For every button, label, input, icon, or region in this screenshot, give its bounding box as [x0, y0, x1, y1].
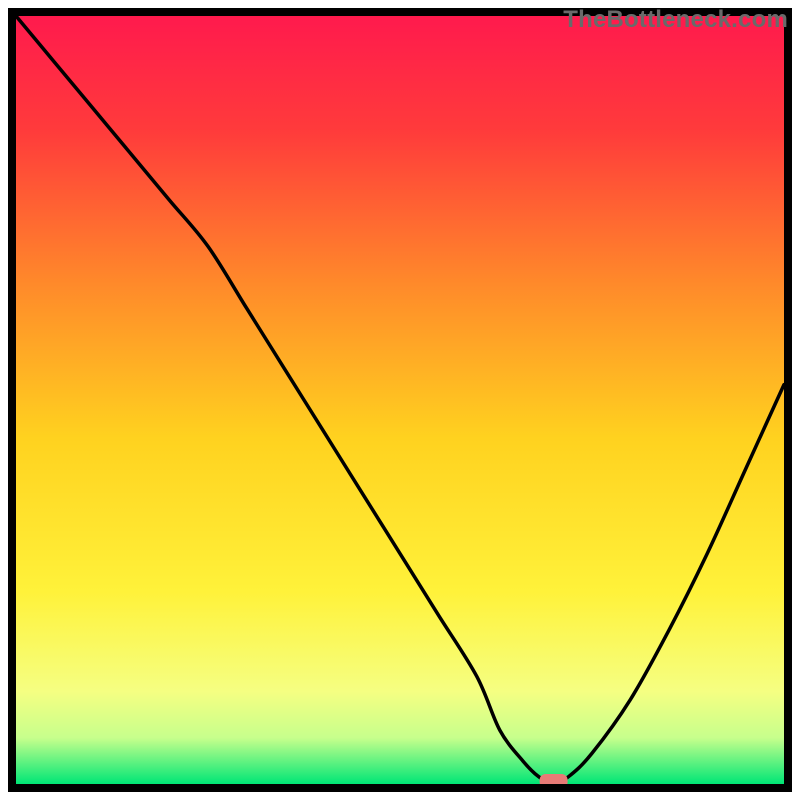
chart-gradient-bg	[16, 16, 784, 784]
watermark-text: TheBottleneck.com	[563, 6, 788, 34]
bottleneck-chart: TheBottleneck.com	[0, 0, 800, 800]
chart-svg	[0, 0, 800, 800]
